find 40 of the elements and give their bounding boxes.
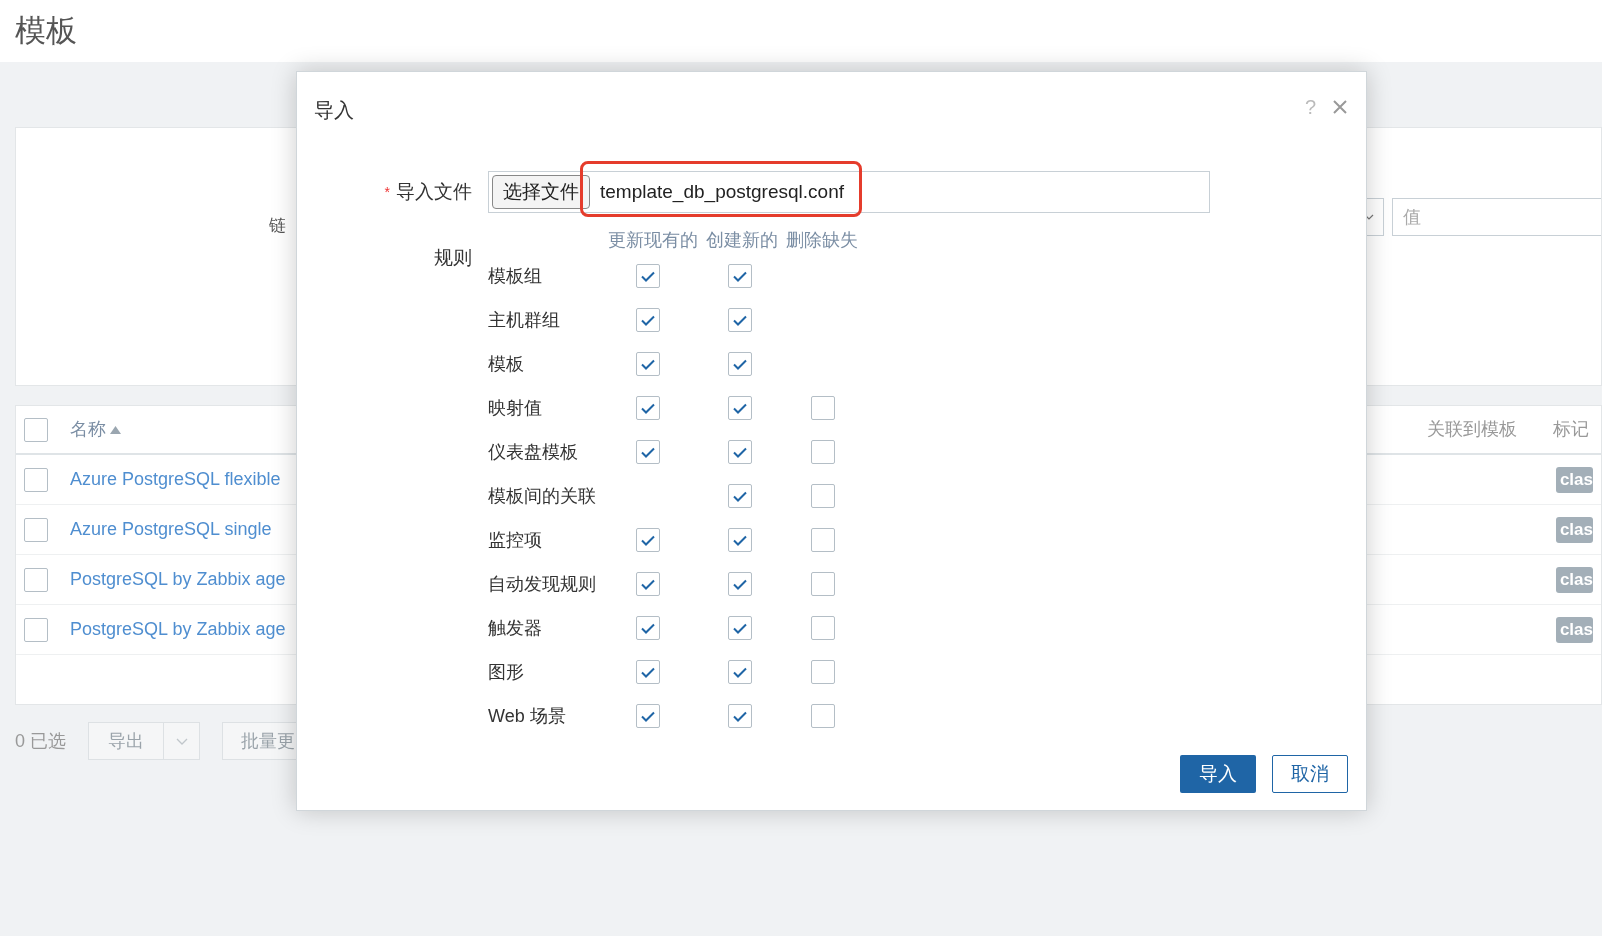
tag: clas	[1555, 516, 1593, 543]
rule-label: 图形	[488, 660, 525, 684]
selected-count: 0 已选	[15, 729, 66, 753]
help-link[interactable]: ?	[1304, 92, 1316, 122]
rule-label: 主机群组	[488, 308, 561, 332]
rule-label: 自动发现规则	[488, 572, 597, 596]
dialog-title: 导入	[314, 98, 354, 123]
template-link[interactable]: PostgreSQL by Zabbix age	[70, 616, 286, 643]
import-button[interactable]: 导入	[1180, 755, 1256, 793]
rule-column-header: 更新现有的	[608, 229, 698, 252]
rule-column-header: 删除缺失	[786, 229, 858, 252]
cancel-button[interactable]: 取消	[1272, 755, 1348, 793]
rule-label: 映射值	[488, 396, 543, 420]
name-column-header[interactable]: 名称	[70, 416, 106, 443]
rule-column-header: 创建新的	[706, 229, 778, 252]
column-header[interactable]: 关联到模板	[1427, 416, 1517, 443]
required-mark-icon: *	[384, 185, 390, 199]
tag: clas	[1555, 566, 1593, 593]
tag: clas	[1555, 466, 1593, 493]
filter-label: 链	[269, 215, 286, 237]
rule-label: 模板间的关联	[488, 484, 597, 508]
template-link[interactable]: Azure PostgreSQL single	[70, 516, 272, 543]
rule-label: 仪表盘模板	[488, 440, 579, 464]
rule-label: 触发器	[488, 616, 543, 640]
column-header[interactable]: 标记	[1553, 416, 1589, 443]
template-link[interactable]: PostgreSQL by Zabbix age	[70, 566, 286, 593]
rule-label: 模板组	[488, 264, 543, 288]
rule-label: Web 场景	[488, 704, 567, 728]
export-button[interactable]: 导出	[88, 722, 164, 760]
rules-label: 规则	[434, 246, 472, 270]
tag: clas	[1555, 616, 1593, 643]
value-input-field[interactable]: 值	[1392, 198, 1601, 236]
rule-label: 模板	[488, 352, 525, 376]
rule-label: 监控项	[488, 528, 543, 552]
file-label: 导入文件	[396, 179, 472, 204]
choose-file-button[interactable]: 选择文件	[492, 175, 590, 209]
file-name: template_db_postgresql.conf	[600, 179, 844, 205]
file-field[interactable]: 选择文件 template_db_postgresql.conf	[488, 171, 1210, 213]
page-title: 模板	[15, 11, 77, 50]
template-link[interactable]: Azure PostgreSQL flexible	[70, 466, 281, 493]
